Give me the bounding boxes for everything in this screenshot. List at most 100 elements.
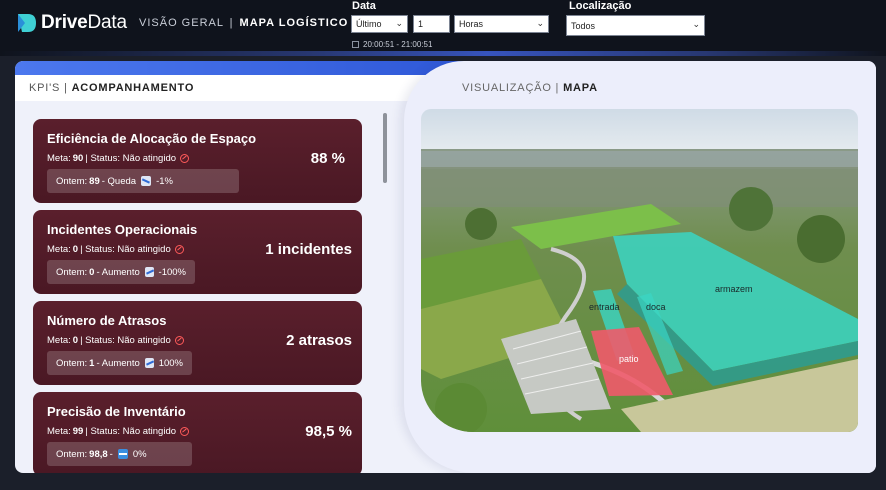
- kpi-trend-label: -: [109, 448, 113, 460]
- kpi-meta: Meta: 99 | Status: Não atingido: [47, 426, 190, 437]
- kpi-yesterday-label: Ontem:: [56, 448, 88, 460]
- kpi-meta-label: Meta:: [47, 335, 71, 346]
- ban-icon: [180, 154, 190, 163]
- kpi-card-space-allocation[interactable]: Eficiência de Alocação de Espaço Meta: 9…: [33, 119, 362, 203]
- kpi-title: Precisão de Inventário: [47, 404, 186, 419]
- kpi-status: Não atingido: [122, 426, 177, 437]
- kpi-card-delays[interactable]: Número de Atrasos Meta: 0 | Status: Não …: [33, 301, 362, 385]
- kpi-card-inventory-accuracy[interactable]: Precisão de Inventário Meta: 99 | Status…: [33, 392, 362, 473]
- kpi-meta: Meta: 0 | Status: Não atingido: [47, 335, 184, 346]
- map-label-entrada: entrada: [589, 302, 620, 312]
- kpi-meta: Meta: 90 | Status: Não atingido: [47, 153, 190, 164]
- logo-text: DriveData: [41, 12, 127, 33]
- kpi-panel-title-separator: |: [64, 82, 68, 94]
- map-panel-title-main: MAPA: [563, 82, 598, 94]
- kpi-status-label: | Status:: [85, 153, 121, 164]
- kpi-yesterday-label: Ontem:: [56, 357, 88, 369]
- aerial-map-image: [421, 109, 858, 432]
- kpi-meta-value: 99: [72, 426, 84, 437]
- map-label-doca: doca: [646, 302, 666, 312]
- kpi-trend-label: - Queda: [101, 175, 137, 187]
- trend-down-icon: [141, 176, 152, 186]
- kpi-yesterday-value: 0: [89, 266, 95, 278]
- kpi-status: Não atingido: [117, 335, 171, 346]
- unit-select[interactable]: Horas ⌄: [454, 15, 549, 33]
- kpi-meta: Meta: 0 | Status: Não atingido: [47, 244, 184, 255]
- kpi-yesterday: Ontem: 89 - Queda -1%: [47, 169, 239, 193]
- location-select-value: Todos: [571, 21, 596, 31]
- time-range-text: 20:00:51 - 21:00:51: [363, 40, 433, 49]
- kpi-title: Número de Atrasos: [47, 313, 167, 328]
- kpi-yesterday-value: 1: [89, 357, 95, 369]
- trend-flat-icon: [117, 449, 128, 459]
- heading-separator: |: [229, 17, 234, 29]
- kpi-status: Não atingido: [122, 153, 177, 164]
- time-range: 20:00:51 - 21:00:51: [352, 40, 432, 49]
- kpi-title: Eficiência de Alocação de Espaço: [47, 131, 257, 146]
- chevron-down-icon: ⌄: [536, 18, 544, 28]
- kpi-status-label: | Status:: [85, 426, 121, 437]
- period-select[interactable]: Último ⌄: [351, 15, 408, 33]
- drivedata-logo-icon: [18, 14, 36, 32]
- kpi-yesterday-label: Ontem:: [56, 266, 88, 278]
- kpi-list-scrollbar[interactable]: [383, 113, 387, 183]
- date-filter-label: Data: [352, 0, 376, 12]
- ban-icon: [180, 427, 190, 436]
- kpi-value: 98,5 %: [305, 423, 352, 440]
- kpi-yesterday-value: 89: [89, 175, 100, 187]
- kpi-change: -1%: [156, 175, 173, 187]
- location-select[interactable]: Todos ⌄: [566, 15, 705, 36]
- trend-up-icon: [144, 358, 154, 368]
- kpi-value: 2 atrasos: [286, 332, 352, 349]
- ban-icon: [174, 245, 184, 254]
- heading-section: VISÃO GERAL: [139, 17, 224, 29]
- trend-up-icon: [144, 267, 154, 277]
- kpi-status-label: | Status:: [80, 244, 115, 255]
- kpi-panel-title-main: ACOMPANHAMENTO: [71, 82, 195, 94]
- kpi-trend-label: - Aumento: [96, 357, 140, 369]
- kpi-meta-value: 0: [72, 335, 79, 346]
- kpi-status-label: | Status:: [80, 335, 115, 346]
- main-panel: KPI'S | ACOMPANHAMENTO VISUALIZAÇÃO | MA…: [15, 61, 876, 473]
- kpi-change: -100%: [158, 266, 186, 278]
- kpi-panel-title-prefix: KPI'S: [29, 82, 61, 94]
- kpi-meta-value: 90: [72, 153, 84, 164]
- kpi-trend-label: - Aumento: [96, 266, 140, 278]
- kpi-meta-label: Meta:: [47, 153, 71, 164]
- map-panel-title-prefix: VISUALIZAÇÃO: [462, 82, 552, 94]
- chevron-down-icon: ⌄: [692, 19, 700, 29]
- map-label-armazem: armazem: [715, 284, 753, 294]
- map-label-patio: patio: [619, 354, 639, 364]
- kpi-card-operational-incidents[interactable]: Incidentes Operacionais Meta: 0 | Status…: [33, 210, 362, 294]
- kpi-meta-label: Meta:: [47, 426, 71, 437]
- amount-input[interactable]: 1: [413, 15, 450, 33]
- unit-select-value: Horas: [459, 19, 484, 29]
- kpi-yesterday-value: 98,8: [89, 448, 108, 460]
- amount-input-value: 1: [418, 19, 424, 29]
- panel-accent-bar: [15, 61, 495, 75]
- kpi-yesterday: Ontem: 0 - Aumento -100%: [47, 260, 195, 284]
- kpi-yesterday: Ontem: 98,8 - 0%: [47, 442, 192, 466]
- kpi-meta-value: 0: [72, 244, 79, 255]
- page-heading: VISÃO GERAL | MAPA LOGÍSTICO: [139, 17, 348, 29]
- chevron-down-icon: ⌄: [395, 18, 403, 28]
- kpi-yesterday: Ontem: 1 - Aumento 100%: [47, 351, 192, 375]
- top-bar: DriveData VISÃO GERAL | MAPA LOGÍSTICO D…: [0, 0, 886, 56]
- ban-icon: [174, 336, 184, 345]
- kpi-value: 88 %: [310, 150, 345, 167]
- kpi-change: 0%: [132, 448, 147, 460]
- kpi-title: Incidentes Operacionais: [47, 222, 198, 237]
- logo: DriveData: [16, 12, 127, 34]
- kpi-panel-title: KPI'S | ACOMPANHAMENTO: [29, 82, 194, 94]
- calendar-icon: [352, 41, 359, 48]
- logistics-map[interactable]: armazem entrada doca patio: [421, 109, 858, 432]
- kpi-yesterday-label: Ontem:: [56, 175, 88, 187]
- period-select-value: Último: [356, 19, 382, 29]
- kpi-status: Não atingido: [117, 244, 171, 255]
- header-accent-line: [0, 51, 886, 56]
- kpi-meta-label: Meta:: [47, 244, 71, 255]
- map-panel-title-separator: |: [555, 82, 560, 94]
- kpi-value: 1 incidentes: [265, 241, 352, 258]
- kpi-change: 100%: [158, 357, 183, 369]
- map-panel-title: VISUALIZAÇÃO | MAPA: [462, 82, 598, 94]
